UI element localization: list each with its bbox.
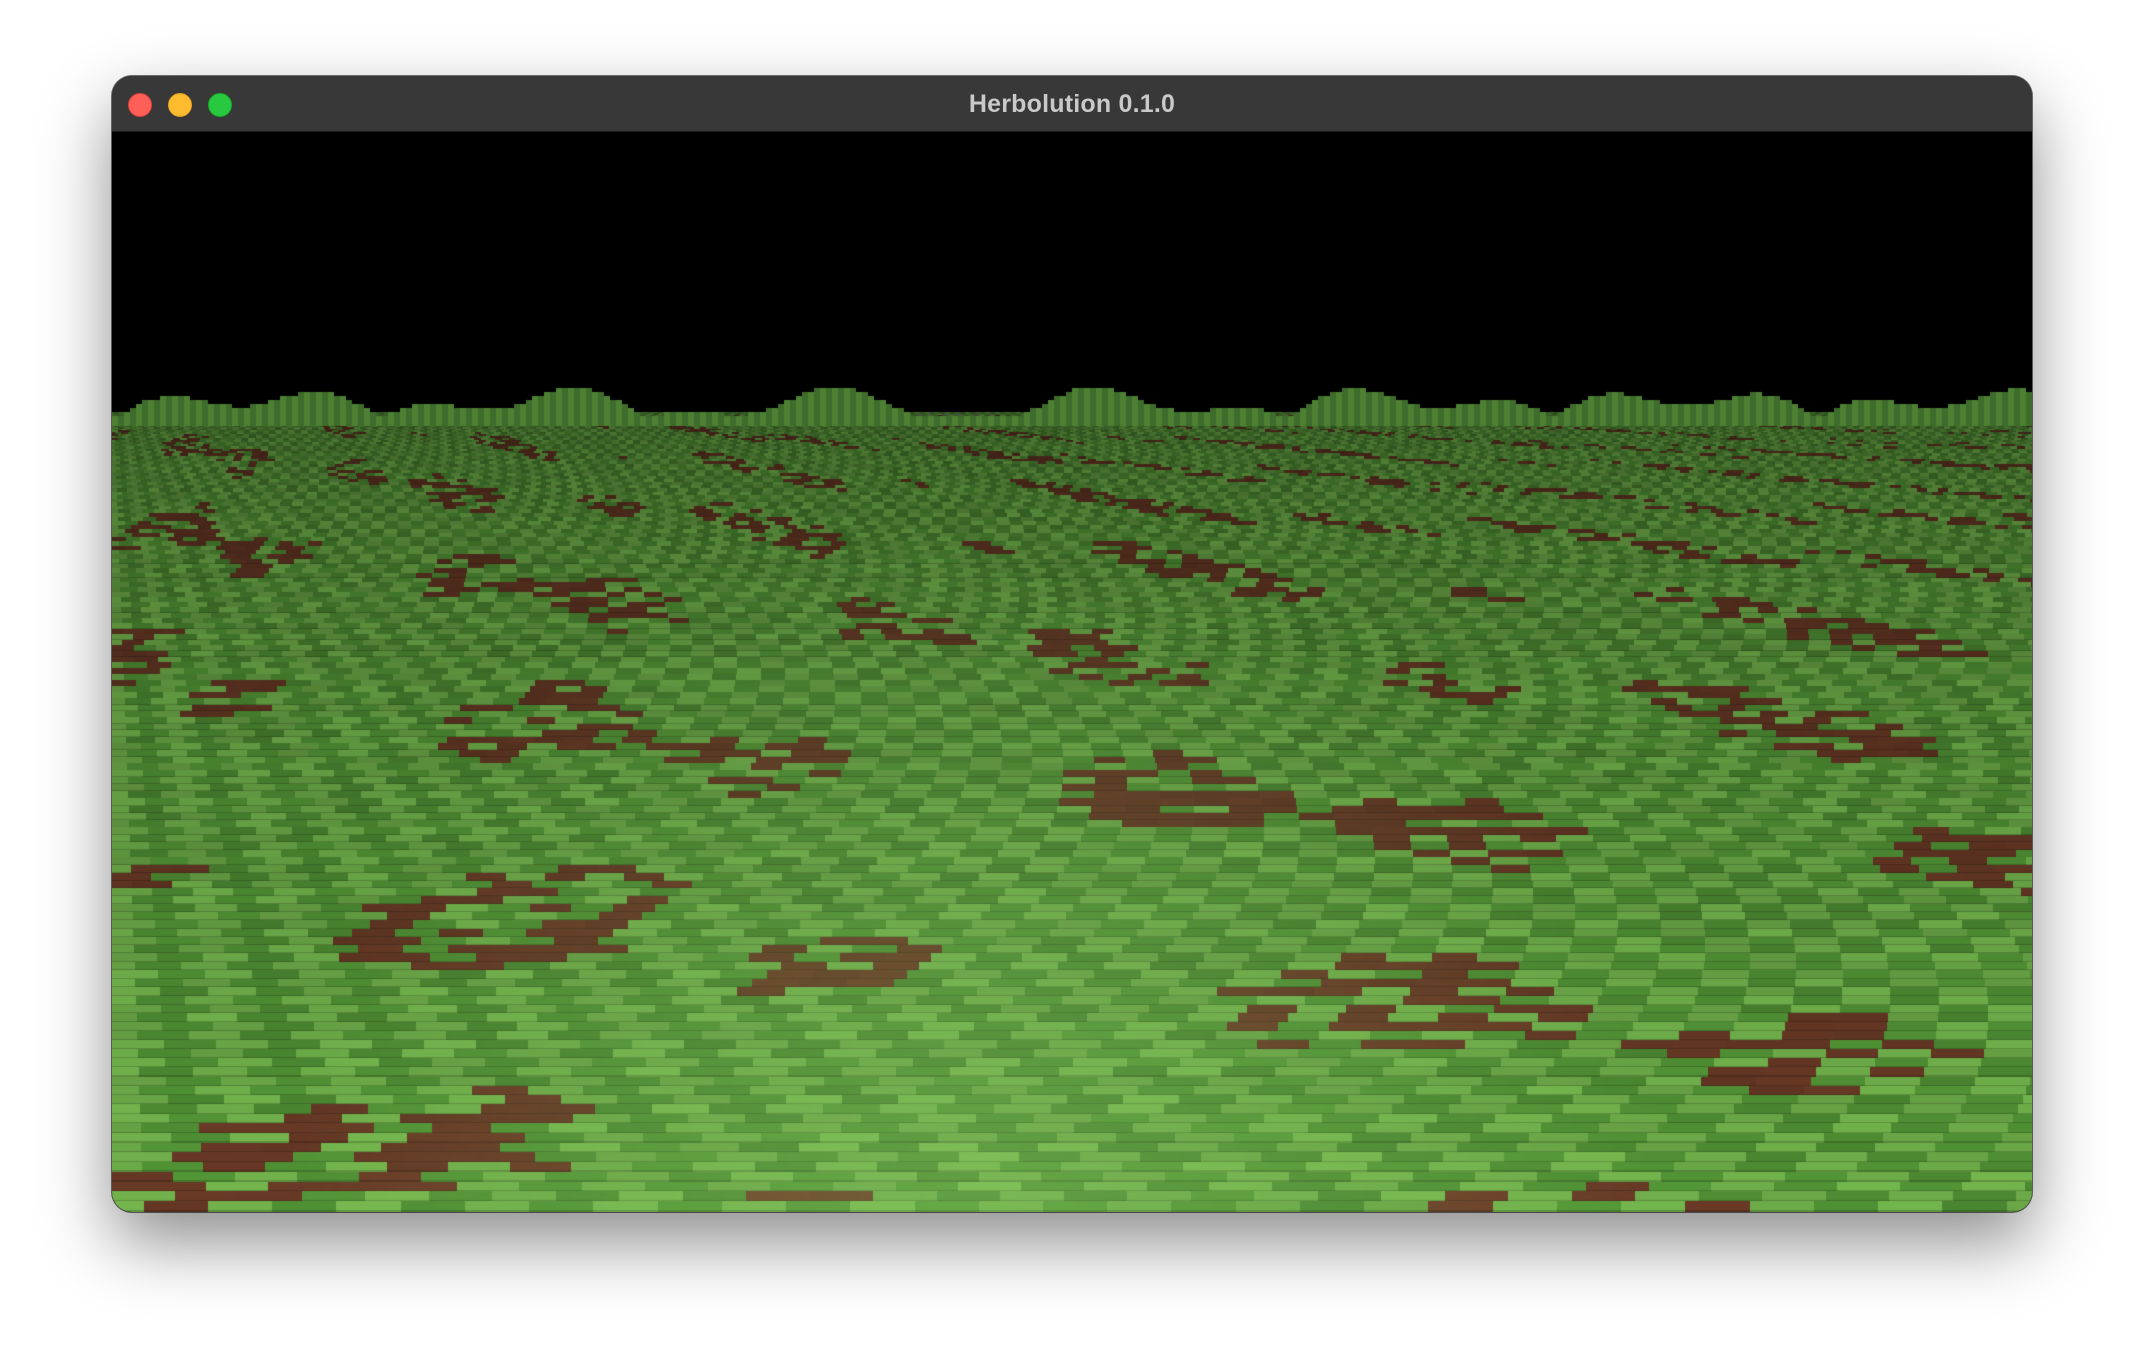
window-title: Herbolution 0.1.0	[968, 90, 1176, 118]
voxel-terrain[interactable]	[112, 132, 2032, 1212]
desktop: Herbolution 0.1.0	[0, 0, 2144, 1360]
title-bar[interactable]: Herbolution 0.1.0	[112, 76, 2032, 132]
game-viewport[interactable]	[112, 132, 2032, 1212]
app-window: Herbolution 0.1.0	[112, 76, 2032, 1212]
